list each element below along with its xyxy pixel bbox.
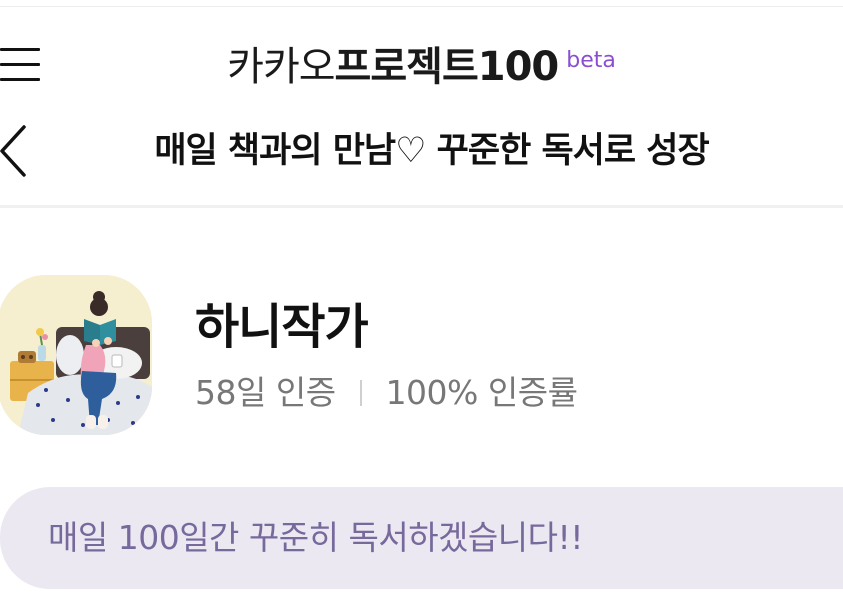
- brand-logo[interactable]: 카카오프로젝트100 beta: [0, 40, 843, 94]
- title-bar: 매일 책과의 만남♡ 꾸준한 독서로 성장: [0, 110, 843, 200]
- goal-banner: 매일 100일간 꾸준히 독서하겠습니다!!: [0, 487, 843, 589]
- days-certified: 58일 인증: [195, 373, 336, 412]
- avatar[interactable]: [0, 275, 152, 435]
- reading-woman-illustration: [0, 275, 152, 435]
- user-name: 하니작가: [195, 299, 369, 355]
- brand-kakao: 카카오: [227, 44, 335, 90]
- app-header: 카카오프로젝트100 beta: [0, 30, 843, 100]
- project-title: 매일 책과의 만남♡ 꾸준한 독서로 성장: [154, 131, 709, 171]
- section-divider: [0, 205, 843, 208]
- beta-badge: beta: [566, 48, 616, 73]
- stats-divider: [359, 379, 362, 406]
- goal-text: 매일 100일간 꾸준히 독서하겠습니다!!: [48, 518, 583, 557]
- profile-section: 하니작가 58일 인증 100% 인증률: [0, 275, 843, 440]
- brand-project100: 프로젝트100: [334, 44, 560, 90]
- user-stats: 58일 인증 100% 인증률: [195, 371, 578, 415]
- top-divider: [0, 6, 843, 7]
- certification-rate: 100% 인증률: [385, 373, 578, 412]
